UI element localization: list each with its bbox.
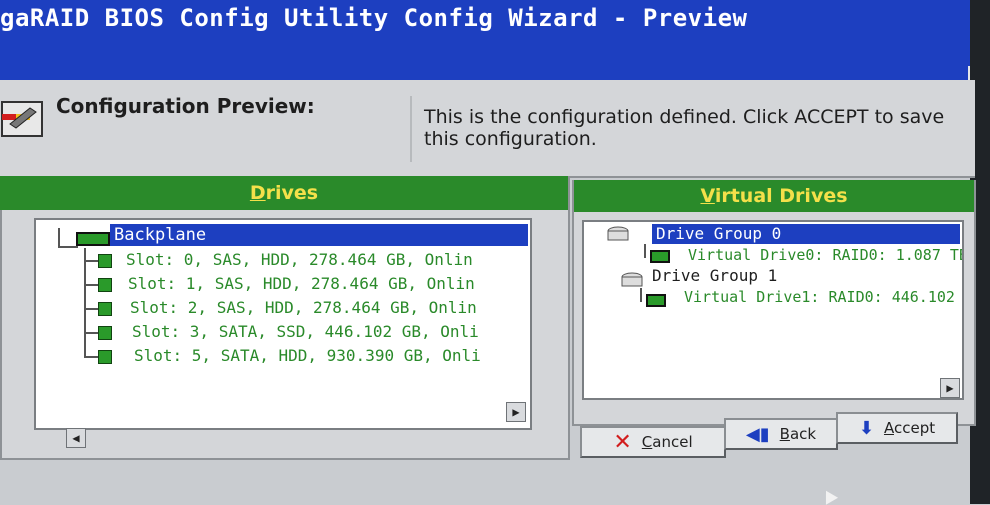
separator bbox=[410, 96, 412, 162]
mouse-cursor-icon bbox=[819, 487, 839, 505]
drive-icon bbox=[98, 326, 112, 340]
slot-label: Slot: 3, SATA, SSD, 446.102 GB, Onli bbox=[132, 322, 479, 341]
tree-line bbox=[644, 244, 646, 258]
accept-text: ccept bbox=[893, 419, 936, 437]
tree-item-slot[interactable]: Slot: 3, SATA, SSD, 446.102 GB, Onli bbox=[84, 322, 524, 344]
cancel-text: ancel bbox=[652, 433, 693, 451]
drive-icon bbox=[98, 278, 112, 292]
tree-item-slot[interactable]: Slot: 1, SAS, HDD, 278.464 GB, Onlin bbox=[84, 274, 524, 296]
back-label: Back bbox=[780, 425, 816, 443]
cancel-hotkey: C bbox=[641, 433, 653, 451]
preview-description: This is the configuration defined. Click… bbox=[424, 106, 945, 150]
accept-button[interactable]: ⬇ Accept bbox=[836, 412, 958, 444]
tree-line bbox=[84, 356, 98, 358]
wizard-icon bbox=[1, 101, 43, 137]
tree-line bbox=[58, 246, 78, 248]
drives-header: Drives bbox=[0, 176, 568, 210]
down-arrow-icon: ⬇ bbox=[858, 417, 874, 439]
slot-label: Slot: 1, SAS, HDD, 278.464 GB, Onlin bbox=[128, 274, 475, 293]
back-hotkey: B bbox=[779, 425, 790, 443]
tree-item-backplane[interactable]: Backplane bbox=[110, 224, 528, 246]
tree-line bbox=[58, 228, 60, 248]
virtual-drives-header: Virtual Drives bbox=[574, 180, 974, 212]
back-text: ack bbox=[789, 425, 817, 443]
drive-icon bbox=[98, 302, 112, 316]
tree-line bbox=[84, 308, 98, 310]
preview-label: Configuration Preview: bbox=[56, 94, 315, 118]
tree-line bbox=[640, 288, 642, 302]
drives-header-label: rives bbox=[265, 182, 319, 204]
drive-group-icon bbox=[607, 226, 629, 241]
scroll-right-icon[interactable]: ▶ bbox=[506, 402, 526, 422]
tree-item-virtual-drive-1[interactable]: Virtual Drive1: RAID0: 446.102 GB bbox=[684, 288, 962, 306]
scroll-left-icon[interactable]: ◀ bbox=[66, 428, 86, 448]
tree-line bbox=[84, 260, 98, 262]
drives-tree[interactable]: Backplane Slot: 0, SAS, HDD, 278.464 GB,… bbox=[34, 218, 532, 430]
slot-label: Slot: 2, SAS, HDD, 278.464 GB, Onlin bbox=[130, 298, 477, 317]
backplane-icon bbox=[76, 232, 110, 246]
tree-line bbox=[84, 332, 98, 334]
accept-hotkey: A bbox=[883, 419, 894, 437]
slot-label: Slot: 5, SATA, HDD, 930.390 GB, Onli bbox=[134, 346, 481, 365]
virtual-drive-icon bbox=[650, 250, 670, 263]
drive-icon bbox=[98, 350, 112, 364]
cancel-label: Cancel bbox=[642, 433, 693, 451]
cancel-button[interactable]: ✕ Cancel bbox=[580, 426, 726, 458]
slot-label: Slot: 0, SAS, HDD, 278.464 GB, Onlin bbox=[126, 250, 473, 269]
back-button[interactable]: ◀▮ Back bbox=[724, 418, 838, 450]
virtual-drive-icon bbox=[646, 294, 666, 307]
tree-item-virtual-drive-0[interactable]: Virtual Drive0: RAID0: 1.087 TB: bbox=[688, 246, 962, 264]
tree-item-slot[interactable]: Slot: 0, SAS, HDD, 278.464 GB, Onlin bbox=[84, 250, 524, 272]
x-icon: ✕ bbox=[613, 429, 632, 455]
tree-item-slot[interactable]: Slot: 5, SATA, HDD, 930.390 GB, Onli bbox=[84, 346, 524, 368]
back-arrow-icon: ◀▮ bbox=[745, 423, 770, 445]
drives-header-hotkey: D bbox=[249, 182, 266, 204]
title-bar: gaRAID BIOS Config Utility Config Wizard… bbox=[0, 0, 975, 80]
virtual-drives-tree[interactable]: Drive Group 0 Virtual Drive0: RAID0: 1.0… bbox=[582, 220, 964, 400]
accept-label: Accept bbox=[884, 419, 935, 437]
virtual-header-label: irtual Drives bbox=[714, 185, 848, 207]
tree-line bbox=[84, 284, 98, 286]
tree-item-slot[interactable]: Slot: 2, SAS, HDD, 278.464 GB, Onlin bbox=[84, 298, 524, 320]
window-title: gaRAID BIOS Config Utility Config Wizard… bbox=[0, 4, 748, 32]
scroll-left-icon[interactable]: ◀ bbox=[586, 398, 606, 400]
tree-item-drive-group-0[interactable]: Drive Group 0 bbox=[652, 224, 960, 244]
virtual-header-hotkey: V bbox=[700, 185, 715, 207]
tree-item-drive-group-1[interactable]: Drive Group 1 bbox=[652, 266, 777, 285]
scroll-right-icon[interactable]: ▶ bbox=[940, 378, 960, 398]
drive-icon bbox=[98, 254, 112, 268]
